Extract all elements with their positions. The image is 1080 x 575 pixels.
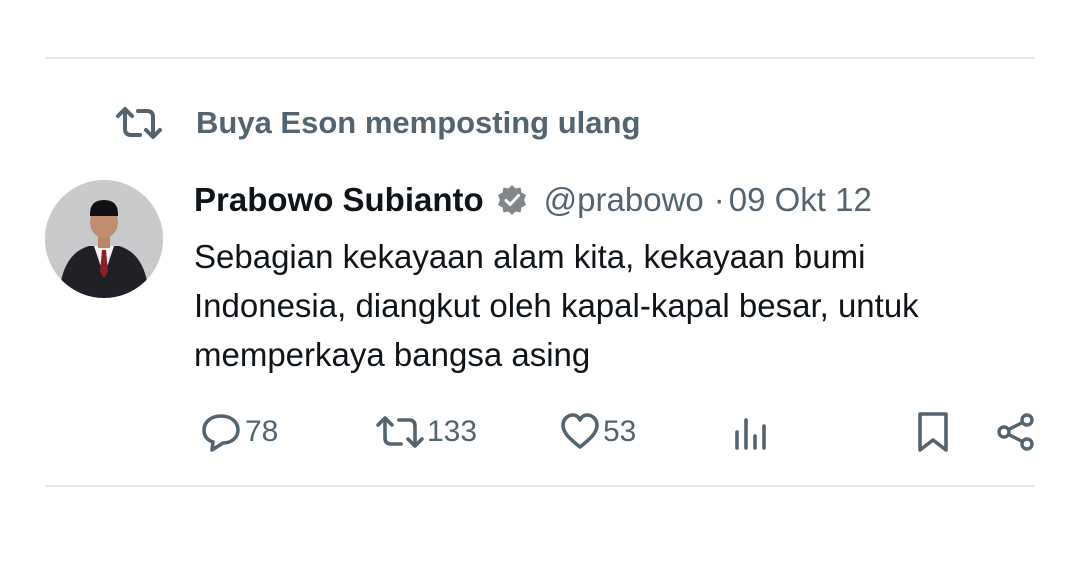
tweet-header: Prabowo Subianto @prabowo · 09 Okt 12 (194, 176, 872, 224)
views-button[interactable] (731, 408, 771, 456)
tweet-text-line: Sebagian kekayaan alam kita, kekayaan bu… (194, 238, 866, 275)
author-handle[interactable]: @prabowo (544, 181, 704, 219)
repost-banner-label: Buya Eson memposting ulang (196, 105, 641, 140)
author-name[interactable]: Prabowo Subianto (194, 181, 484, 219)
repost-banner[interactable]: Buya Eson memposting ulang (115, 103, 640, 143)
repost-button[interactable]: 133 (375, 408, 477, 456)
tweet-text: Sebagian kekayaan alam kita, kekayaan bu… (194, 232, 1054, 379)
reply-button[interactable]: 78 (199, 408, 278, 456)
like-count: 53 (603, 415, 637, 448)
repost-icon (115, 105, 163, 141)
tweet-text-line: Indonesia, diangkut oleh kapal-kapal bes… (194, 287, 919, 324)
bookmark-button[interactable] (914, 408, 952, 456)
reply-icon (199, 410, 243, 454)
share-icon (996, 412, 1036, 452)
bookmark-icon (914, 410, 952, 454)
tweet-date[interactable]: 09 Okt 12 (729, 181, 872, 219)
top-divider (45, 57, 1035, 59)
separator-dot: · (713, 181, 725, 218)
tweet-card: Buya Eson memposting ulang Prabowo Subia… (0, 0, 1080, 575)
heart-icon (559, 412, 601, 452)
tweet-text-line: memperkaya bangsa asing (194, 336, 591, 373)
share-button[interactable] (996, 408, 1036, 456)
repost-icon (375, 414, 425, 450)
verified-badge-icon (496, 184, 528, 216)
like-button[interactable]: 53 (559, 408, 636, 456)
action-bar: 78 133 53 (0, 408, 1080, 456)
avatar[interactable] (45, 180, 163, 298)
views-icon (731, 412, 771, 452)
reply-count: 78 (245, 415, 279, 448)
bottom-divider (45, 485, 1035, 487)
repost-count: 133 (427, 415, 478, 448)
